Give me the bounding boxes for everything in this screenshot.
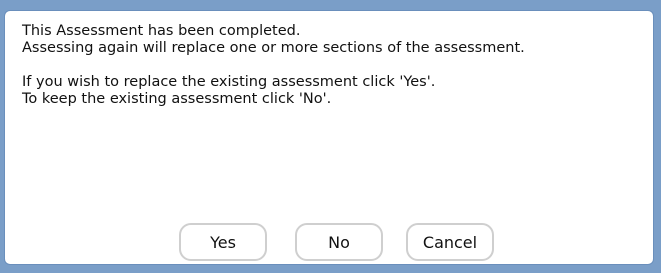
- cancel-button[interactable]: Cancel: [406, 223, 494, 261]
- dialog-message: This Assessment has been completed. Asse…: [22, 23, 641, 108]
- message-line-yes-instruction: If you wish to replace the existing asse…: [22, 74, 436, 90]
- message-line-replace-warning: Assessing again will replace one or more…: [22, 40, 525, 56]
- no-button[interactable]: No: [295, 223, 383, 261]
- yes-button[interactable]: Yes: [179, 223, 267, 261]
- message-line-no-instruction: To keep the existing assessment click 'N…: [22, 91, 332, 107]
- confirmation-dialog: This Assessment has been completed. Asse…: [4, 10, 654, 265]
- message-line-completed: This Assessment has been completed.: [22, 23, 301, 39]
